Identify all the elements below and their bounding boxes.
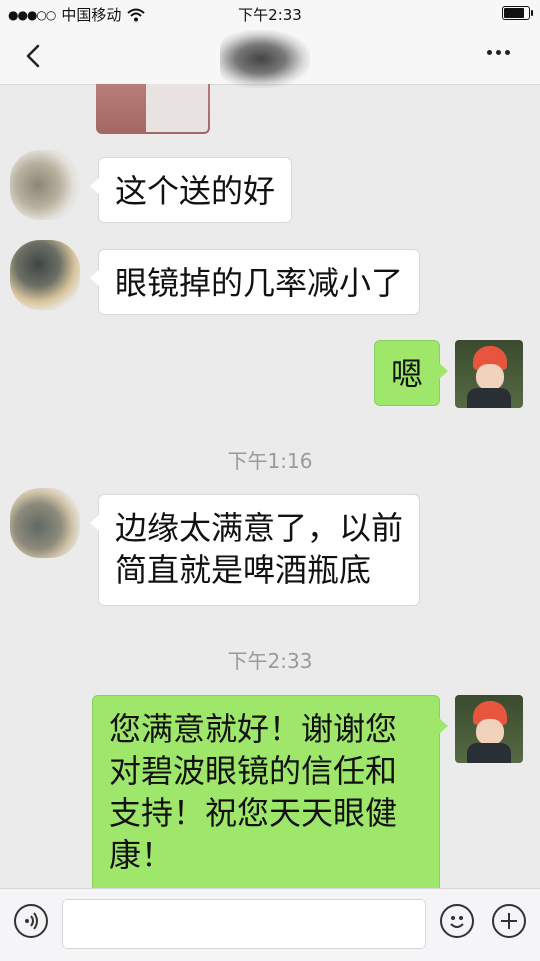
contact-avatar[interactable] bbox=[10, 240, 80, 310]
plus-icon[interactable] bbox=[492, 904, 526, 938]
contact-name-redacted bbox=[220, 30, 310, 88]
message-text: 这个送的好 bbox=[115, 172, 276, 210]
message-incoming[interactable]: 边缘太满意了，以前 简直就是啤酒瓶底 bbox=[89, 494, 421, 606]
message-line: 对碧波眼镜的信任和 bbox=[109, 752, 398, 790]
plus-icon-glyph bbox=[501, 913, 517, 929]
timestamp: 下午1:16 bbox=[227, 449, 313, 473]
timestamp: 下午2:33 bbox=[227, 649, 313, 673]
contact-avatar[interactable] bbox=[10, 150, 80, 220]
message-line: 边缘太满意了，以前 bbox=[115, 509, 404, 547]
message-line: 简直就是啤酒瓶底 bbox=[115, 551, 372, 589]
message-text: 眼镜掉的几率减小了 bbox=[115, 264, 404, 302]
battery-level bbox=[504, 8, 524, 18]
message-outgoing[interactable]: 嗯 bbox=[374, 340, 449, 406]
voice-icon-glyph bbox=[25, 912, 38, 930]
message-text: 嗯 bbox=[391, 355, 424, 393]
message-line: 康！ bbox=[109, 836, 174, 874]
contact-avatar[interactable] bbox=[10, 488, 80, 558]
more-icon[interactable] bbox=[487, 50, 510, 55]
status-time: 下午2:33 bbox=[238, 6, 302, 24]
message-incoming[interactable]: 眼镜掉的几率减小了 bbox=[89, 249, 421, 315]
message-line: 支持！祝您天天眼健 bbox=[109, 794, 398, 832]
status-bar: ●●●○○ 中国移动 下午2:33 bbox=[0, 0, 540, 28]
image-message-partial[interactable] bbox=[96, 84, 210, 134]
battery-icon bbox=[502, 6, 533, 20]
chat-nav-bar bbox=[0, 28, 540, 88]
message-outgoing[interactable]: 您满意就好！谢谢您 对碧波眼镜的信任和 支持！祝您天天眼健 康！ bbox=[92, 695, 448, 895]
my-avatar[interactable] bbox=[455, 695, 523, 763]
emoji-icon-glyph bbox=[450, 916, 464, 928]
message-incoming[interactable]: 这个送的好 bbox=[89, 157, 293, 223]
chevron-left-icon[interactable] bbox=[22, 42, 46, 70]
voice-icon[interactable] bbox=[14, 904, 48, 938]
emoji-icon[interactable] bbox=[440, 904, 474, 938]
message-line: 您满意就好！谢谢您 bbox=[109, 710, 398, 748]
message-input[interactable] bbox=[62, 899, 426, 949]
my-avatar[interactable] bbox=[455, 340, 523, 408]
chat-input-bar bbox=[0, 888, 540, 961]
